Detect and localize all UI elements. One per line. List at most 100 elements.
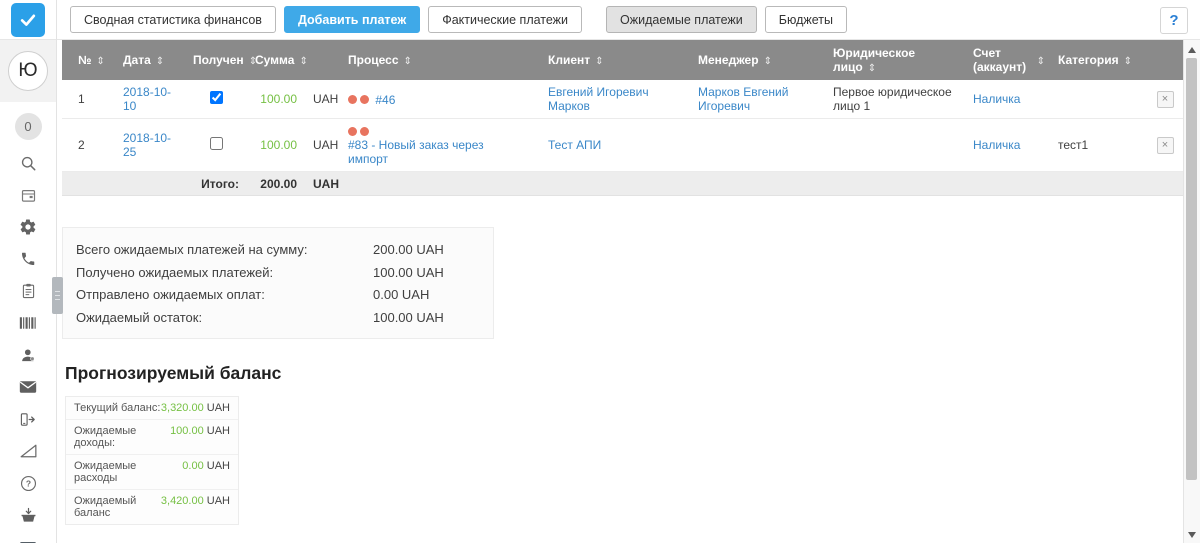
avatar-section: Ю (0, 40, 56, 102)
scrollbar-thumb[interactable] (1186, 58, 1197, 480)
help-icon[interactable]: ? (18, 473, 38, 493)
app-logo[interactable] (11, 2, 45, 37)
cell-num: 2 (62, 118, 115, 172)
forecast-amount: 100.00 (170, 425, 204, 437)
person-icon[interactable] (18, 345, 38, 365)
col-header-process[interactable]: Процесс (340, 40, 540, 80)
col-label: Категория (1058, 53, 1119, 67)
forecast-amount: 3,420.00 (160, 495, 204, 507)
col-label: Менеджер (698, 53, 759, 67)
vertical-scrollbar[interactable] (1183, 40, 1200, 543)
sidebar: Ю 0 ? (0, 40, 57, 543)
search-icon[interactable] (18, 153, 38, 173)
col-label: Получен (193, 53, 244, 67)
cell-amount: 100.00 (247, 118, 305, 172)
tab-budgets[interactable]: Бюджеты (764, 6, 847, 33)
col-header-client[interactable]: Клиент (540, 40, 690, 80)
logo-cell (0, 0, 57, 40)
status-dot-icon (348, 127, 357, 137)
calendar-icon[interactable] (18, 185, 38, 205)
mail-icon[interactable] (18, 377, 38, 397)
col-header-received[interactable]: Получен (185, 40, 257, 80)
account-link[interactable]: Наличка (973, 92, 1020, 106)
col-label: Клиент (548, 53, 591, 67)
account-link[interactable]: Наличка (973, 138, 1020, 152)
main-content: № Дата Получен Сумма Процесс Клиент Мене… (57, 40, 1183, 543)
col-header-account[interactable]: Счет (аккаунт) (965, 40, 1050, 80)
cell-manager: Марков Евгений Игоревич (690, 80, 825, 119)
total-label: Итого: (185, 171, 247, 196)
col-header-legal[interactable]: Юридическое лицо (825, 40, 965, 80)
summary-value: 100.00 UAH (373, 264, 444, 280)
col-label: Дата (123, 53, 151, 67)
client-link[interactable]: Тест АПИ (548, 138, 601, 152)
date-link[interactable]: 2018-10-10 (123, 85, 171, 113)
tab-finance-summary[interactable]: Сводная статистика финансов (70, 6, 276, 33)
col-header-currency (305, 40, 340, 80)
remove-payment-button[interactable]: × (1156, 90, 1174, 108)
received-checkbox[interactable] (209, 137, 223, 150)
forecast-label: Ожидаемые доходы: (74, 425, 137, 449)
client-link[interactable]: Евгений Игоревич Марков (548, 85, 649, 113)
phone-icon[interactable] (18, 249, 38, 269)
cell-category (1050, 80, 1145, 119)
manager-link[interactable]: Марков Евгений Игоревич (698, 85, 788, 113)
basket-import-icon[interactable] (18, 505, 38, 525)
sort-icon (151, 53, 164, 67)
notifications-badge[interactable]: 0 (14, 113, 42, 140)
col-header-category[interactable]: Категория (1050, 40, 1145, 80)
col-label: Счет (аккаунт) (973, 46, 1027, 74)
avatar[interactable]: Ю (8, 51, 48, 91)
forecast-label: Ожидаемый баланс (74, 495, 137, 519)
monitor-icon[interactable] (18, 537, 38, 543)
cell-currency: UAH (305, 80, 340, 119)
gear-icon[interactable] (18, 217, 38, 237)
col-header-date[interactable]: Дата (115, 40, 185, 80)
received-checkbox[interactable] (209, 91, 223, 104)
summary-row: Отправлено ожидаемых оплат: 0.00 UAH (76, 284, 483, 307)
status-dot-icon (348, 94, 357, 104)
remove-payment-button[interactable]: × (1156, 136, 1174, 154)
sip-phone-icon[interactable] (18, 409, 38, 429)
clipboard-icon[interactable] (18, 281, 38, 301)
help-button[interactable]: ? (1160, 7, 1188, 34)
summary-value: 100.00 UAH (373, 309, 444, 325)
tab-expected-payments[interactable]: Ожидаемые платежи (606, 6, 757, 33)
tab-add-payment[interactable]: Добавить платеж (283, 6, 421, 33)
table-header-row: № Дата Получен Сумма Процесс Клиент Мене… (62, 40, 1183, 80)
cell-received (185, 118, 247, 172)
col-label: Сумма (255, 53, 295, 67)
cell-client: Тест АПИ (540, 118, 690, 172)
process-link[interactable]: #83 - Новый заказ через импорт (348, 138, 508, 166)
cell-date: 2018-10-25 (115, 118, 185, 172)
summary-label: Всего ожидаемых платежей на сумму: (76, 242, 308, 257)
triangle-icon[interactable] (18, 441, 38, 461)
forecast-row: Ожидаемые расходы 0.00 UAH (66, 455, 238, 490)
checkmark-icon (20, 14, 36, 26)
date-link[interactable]: 2018-10-25 (123, 131, 171, 159)
summary-label: Отправлено ожидаемых оплат: (76, 287, 265, 302)
summary-row: Получено ожидаемых платежей: 100.00 UAH (76, 262, 483, 285)
sort-icon (244, 53, 257, 67)
col-header-manager[interactable]: Менеджер (690, 40, 825, 80)
sort-icon (863, 60, 876, 74)
sidebar-drag-handle[interactable] (52, 277, 63, 314)
tab-actual-payments[interactable]: Фактические платежи (428, 6, 583, 33)
expected-payments-summary: Всего ожидаемых платежей на сумму: 200.00… (62, 227, 494, 339)
cell-account: Наличка (965, 118, 1050, 172)
total-amount: 200.00 (247, 171, 305, 196)
process-link[interactable]: #46 (375, 92, 395, 106)
forecast-row: Ожидаемые доходы: 100.00 UAH (66, 420, 238, 455)
barcode-icon[interactable] (18, 313, 38, 333)
forecast-currency: UAH (203, 425, 230, 437)
expected-payments-table: № Дата Получен Сумма Процесс Клиент Мене… (62, 40, 1183, 196)
forecast-row: Ожидаемый баланс 3,420.00 UAH (66, 490, 238, 524)
sort-icon (1032, 53, 1045, 67)
table-row: 2 2018-10-25 100.00 UAH #83 - Новый зака… (62, 118, 1183, 172)
scroll-down-arrow-icon[interactable] (1188, 532, 1196, 538)
summary-label: Ожидаемый остаток: (76, 309, 203, 325)
cell-num: 1 (62, 80, 115, 119)
summary-row: Ожидаемый остаток: 100.00 UAH (76, 307, 483, 330)
scroll-up-arrow-icon[interactable] (1188, 47, 1196, 53)
col-header-num[interactable]: № (62, 40, 115, 80)
